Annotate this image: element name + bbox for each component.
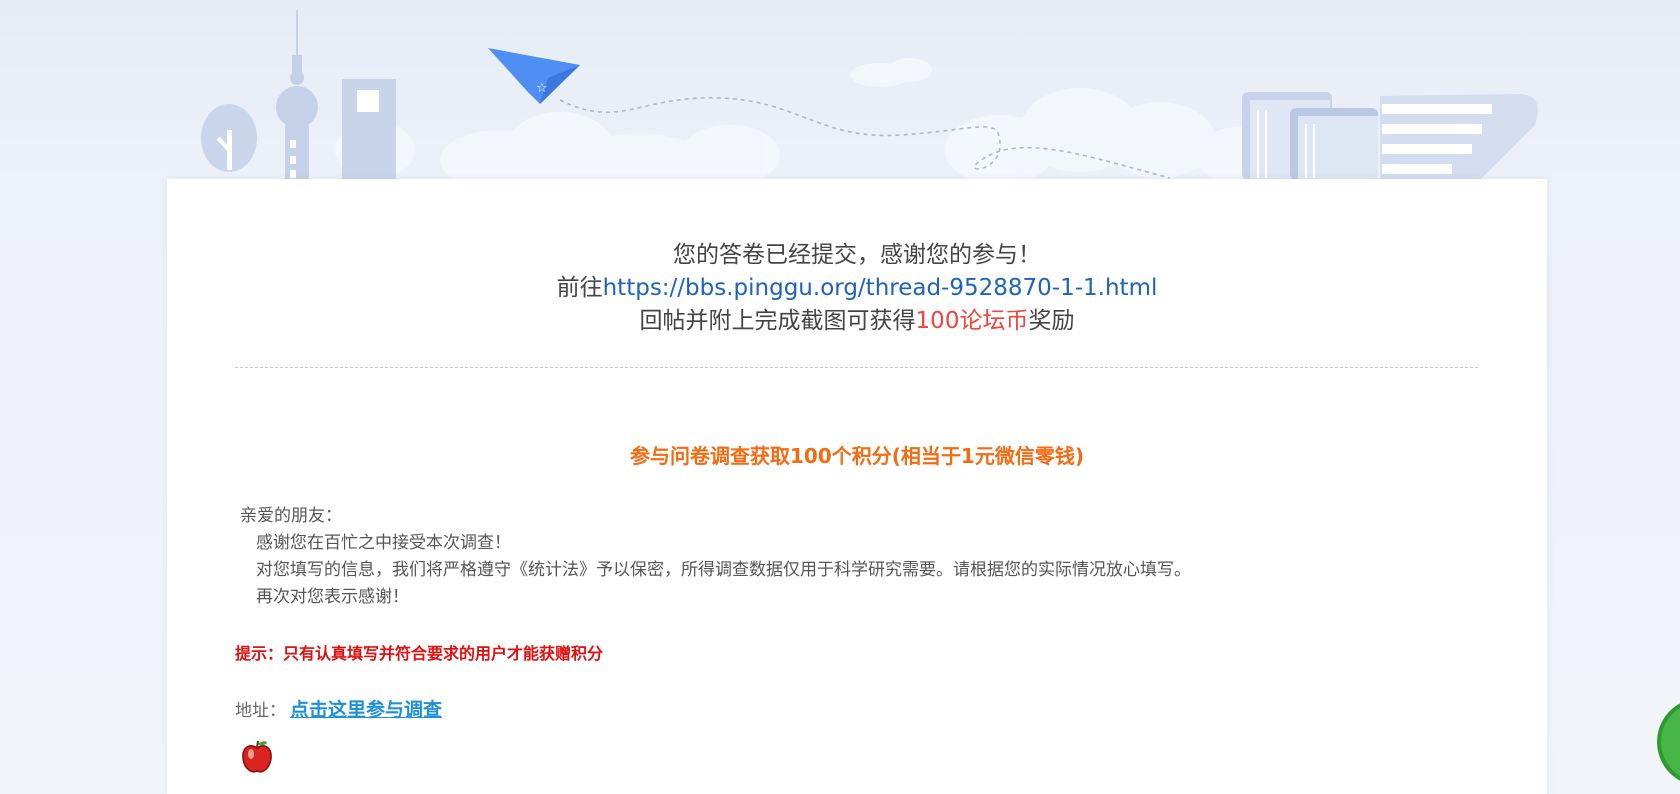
reward-prefix: 回帖并附上完成截图可获得 <box>639 308 916 334</box>
intro-paragraph: 再次对您表示感谢！ <box>256 587 409 607</box>
svg-text:☆: ☆ <box>536 81 548 96</box>
books-illustration <box>1242 92 1378 180</box>
survey-address: 地址： 点击这里参与调查 <box>235 695 442 722</box>
header-illustration: ☆ <box>0 0 1680 180</box>
reward-suffix: 奖励 <box>1028 308 1075 334</box>
tip-text: 提示：只有认真填写并符合要求的用户才能获赠积分 <box>235 644 604 663</box>
confirmation-line: 您的答卷已经提交，感谢您的参与！ <box>673 242 1041 268</box>
intro-paragraph: 对您填写的信息，我们将严格遵守《统计法》予以保密，所得调查数据仅用于科学研究需要… <box>256 560 1191 580</box>
forum-link-line: 前往https://bbs.pinggu.org/thread-9528870-… <box>167 272 1547 305</box>
greeting: 亲爱的朋友： <box>240 506 342 526</box>
address-label: 地址： <box>235 701 286 721</box>
back-to-top-icon[interactable] <box>1655 696 1680 788</box>
forum-thread-link[interactable]: https://bbs.pinggu.org/thread-9528870-1-… <box>603 275 1158 301</box>
submit-confirmation: 您的答卷已经提交，感谢您的参与！ 前往https://bbs.pinggu.or… <box>167 239 1547 338</box>
survey-title: 参与问卷调查获取100个积分(相当于1元微信零钱) <box>630 444 1084 468</box>
survey-intro: 亲爱的朋友： 感谢您在百忙之中接受本次调查！ 对您填写的信息，我们将严格遵守《统… <box>240 503 1191 611</box>
scroll-illustration <box>1380 94 1538 180</box>
reward-line: 回帖并附上完成截图可获得100论坛币奖励 <box>167 305 1547 338</box>
survey-link[interactable]: 点击这里参与调查 <box>290 699 442 721</box>
dashed-divider <box>235 367 1478 368</box>
page: ☆ 您的答卷已经提交，感谢您的参与！ 前往https://bbs.pinggu.… <box>0 0 1680 794</box>
goto-label: 前往 <box>556 275 603 301</box>
tree-illustration <box>201 104 257 172</box>
intro-paragraph: 感谢您在百忙之中接受本次调查！ <box>256 533 511 553</box>
main-card: 您的答卷已经提交，感谢您的参与！ 前往https://bbs.pinggu.or… <box>167 179 1547 794</box>
reward-amount: 100论坛币 <box>915 308 1029 334</box>
paper-plane-icon: ☆ <box>488 48 580 104</box>
apple-icon <box>240 739 274 779</box>
